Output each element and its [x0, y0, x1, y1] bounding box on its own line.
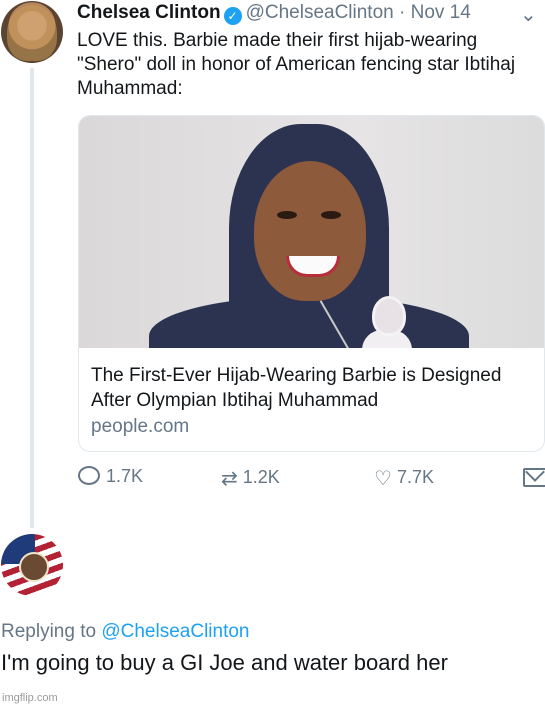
thread-connector-line — [30, 68, 34, 528]
card-title[interactable]: The First-Ever Hijab-Wearing Barbie is D… — [91, 363, 531, 413]
tweet-text: LOVE this. Barbie made their first hijab… — [77, 30, 516, 99]
like-count: 7.7K — [396, 467, 434, 487]
reply-icon — [78, 466, 100, 485]
tweet-date[interactable]: Nov 14 — [411, 2, 471, 23]
retweet-button[interactable]: ⇄ 1.2K — [221, 466, 280, 491]
mail-icon[interactable] — [523, 468, 545, 487]
heart-icon: ♡ — [374, 468, 392, 490]
verified-badge-icon: ✓ — [223, 7, 242, 25]
replying-label: Replying to — [1, 621, 97, 642]
retweet-icon: ⇄ — [221, 468, 238, 490]
tweet-actions: 1.7K ⇄ 1.2K ♡ 7.7K — [78, 466, 545, 492]
like-button[interactable]: ♡ 7.7K — [374, 466, 434, 491]
photo-eye-right — [321, 211, 341, 219]
avatar-hair — [7, 5, 57, 61]
author-avatar[interactable] — [1, 1, 63, 63]
photo-face — [254, 161, 366, 301]
reply-count: 1.7K — [106, 466, 144, 486]
author-name[interactable]: Chelsea Clinton — [77, 2, 221, 23]
chevron-down-icon[interactable]: ⌄ — [520, 2, 537, 27]
photo-eye-left — [277, 211, 297, 219]
separator-dot: · — [399, 2, 406, 23]
doll-head — [372, 296, 406, 336]
link-card[interactable]: The First-Ever Hijab-Wearing Barbie is D… — [78, 115, 545, 452]
retweet-count: 1.2K — [242, 467, 280, 487]
card-image[interactable] — [79, 116, 544, 348]
replying-mention-link[interactable]: @ChelseaClinton — [101, 621, 249, 642]
reply-text: I'm going to buy a GI Joe and water boar… — [1, 650, 448, 675]
card-domain: people.com — [91, 416, 190, 437]
reply-author-avatar[interactable] — [1, 534, 63, 596]
reply-button[interactable]: 1.7K — [78, 466, 143, 487]
author-handle[interactable]: @ChelseaClinton — [246, 2, 394, 23]
watermark: imgflip.com — [2, 692, 58, 704]
replying-to-line: Replying to @ChelseaClinton — [1, 621, 249, 643]
avatar-eagle — [19, 552, 49, 582]
tweet-header: Chelsea Clinton ✓ @ChelseaClinton · Nov 14 — [77, 2, 471, 25]
